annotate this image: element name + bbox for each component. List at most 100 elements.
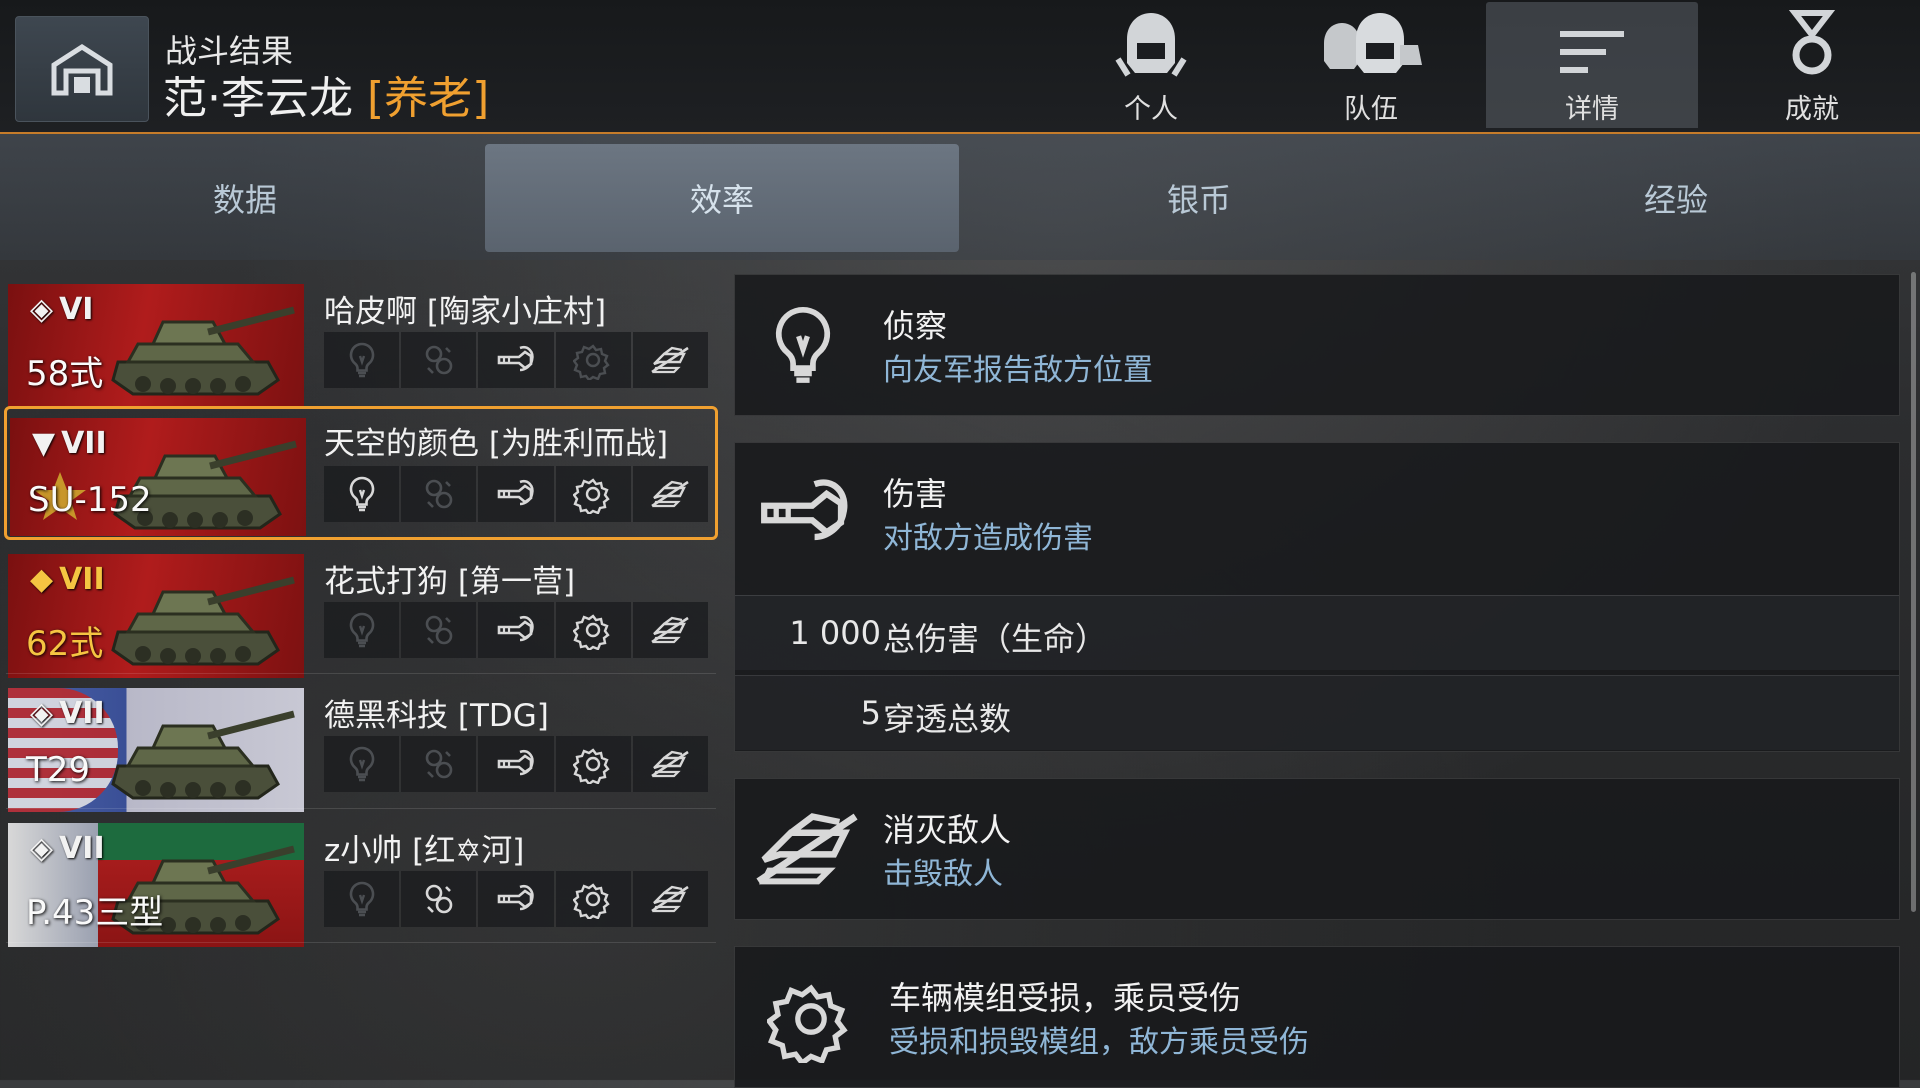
player-clan: [养老] [367, 73, 490, 124]
damage-icon [492, 610, 540, 650]
subtab-credits[interactable]: 银币 [962, 144, 1436, 252]
details-list-icon [1560, 31, 1624, 73]
gear-damage-icon [767, 975, 855, 1063]
player-name-row: 哈皮啊 [陶家小庄村] [324, 294, 607, 330]
tab-details-label: 详情 [1565, 94, 1619, 125]
tab-personal-label: 个人 [1124, 94, 1178, 125]
player-row[interactable]: ◈ VII T29 德黑科技 [TDG] [6, 688, 716, 816]
row-divider [6, 808, 716, 809]
spotting-icon [342, 879, 382, 919]
garage-home-button[interactable] [15, 16, 149, 122]
spotting-icon [342, 474, 382, 514]
tank-tier: ▼ VII [32, 426, 107, 461]
team-helmets-icon [1324, 13, 1422, 73]
damage-icon [492, 744, 540, 784]
player-name-row: 天空的颜色 [为胜利而战] [324, 426, 669, 462]
damage-icon [492, 474, 540, 514]
tab-achievements-label: 成就 [1785, 94, 1839, 125]
kill-icon [644, 610, 696, 650]
light-tank-class-icon: ◈ [30, 292, 54, 327]
nation-flag-italy: ◈ VII P.43三型 [8, 823, 304, 947]
row-divider [6, 673, 716, 674]
efficiency-icons [324, 871, 709, 927]
tab-details[interactable]: 详情 [1486, 2, 1698, 128]
tank-name: SU-152 [28, 480, 152, 520]
efficiency-icons [324, 602, 709, 658]
tank-image [98, 292, 298, 402]
efficiency-icons [324, 736, 709, 792]
subtab-experience[interactable]: 经验 [1439, 144, 1913, 252]
player-name-row: 花式打狗 [第一营] [324, 564, 576, 600]
stat-total-damage: 1 000 总伤害（生命） [735, 595, 1899, 670]
tank-name: 62式 [26, 624, 104, 664]
subtab-efficiency[interactable]: 效率 [485, 144, 959, 252]
player-row[interactable]: ◈ VI 58式 哈皮啊 [陶家小庄村] [6, 284, 716, 412]
tank-image [98, 696, 298, 806]
subtab-data[interactable]: 数据 [8, 144, 482, 252]
tab-achievements[interactable]: 成就 [1706, 0, 1918, 128]
shell-hit-icon [749, 465, 861, 561]
module-damage-icon [573, 474, 613, 514]
kill-icon [644, 340, 696, 380]
kill-icon [644, 474, 696, 514]
modules-subtitle: 受损和损毁模组，敌方乘员受伤 [889, 1025, 1309, 1060]
hangar-icon [51, 44, 113, 96]
module-damage-icon [573, 879, 613, 919]
nation-flag-ussr: ▼ VII SU-152 [10, 418, 306, 536]
player-row-selected[interactable]: ▼ VII SU-152 天空的颜色 [为胜利而战] [4, 406, 718, 540]
player-name-row: 德黑科技 [TDG] [324, 698, 549, 734]
stat-value: 1 000 [789, 614, 881, 652]
medal-icon [1788, 10, 1836, 75]
tank-image [98, 562, 298, 672]
tank-tier: ◈ VII [30, 831, 105, 866]
tank-tier: ◈ VI [30, 292, 94, 327]
spotting-subtitle: 向友军报告敌方位置 [883, 353, 1153, 388]
destroyed-title: 消灭敌人 [883, 811, 1012, 849]
efficiency-icons [324, 466, 709, 522]
kill-icon [644, 744, 696, 784]
module-damage-icon [573, 340, 613, 380]
nation-flag-china: ◈ VI 58式 [8, 284, 304, 408]
destroyed-card: 消灭敌人 击毁敌人 [734, 778, 1900, 920]
spotting-icon [342, 610, 382, 650]
damage-title: 伤害 [883, 475, 948, 513]
destroyed-tank-icon [745, 795, 869, 903]
modules-title: 车辆模组受损，乘员受伤 [889, 979, 1242, 1017]
tank-tier: ◆ VII [30, 562, 105, 597]
damage-icon [492, 340, 540, 380]
assist-icon [419, 474, 459, 514]
player-row[interactable]: ◈ VII P.43三型 z小帅 [红✡河] [6, 823, 716, 951]
player-name-row: z小帅 [红✡河] [324, 833, 525, 869]
spotting-card: 侦察 向友军报告敌方位置 [734, 274, 1900, 416]
sub-tab-bar: 数据 效率 银币 经验 [0, 134, 1920, 260]
spotting-title: 侦察 [883, 307, 948, 345]
module-damage-icon [573, 610, 613, 650]
top-bar: 战斗结果 范·李云龙 [养老] 个人 队伍 详情 成就 [0, 0, 1920, 134]
damage-icon [492, 879, 540, 919]
tab-team[interactable]: 队伍 [1265, 0, 1477, 128]
stat-penetrations: 5 穿透总数 [735, 675, 1899, 750]
spotting-icon [342, 744, 382, 784]
spotting-icon [342, 340, 382, 380]
kill-icon [644, 879, 696, 919]
single-helmet-icon [1115, 13, 1187, 77]
tab-team-label: 队伍 [1344, 94, 1398, 125]
premium-light-tank-icon: ◆ [30, 562, 54, 597]
destroyed-subtitle: 击毁敌人 [883, 857, 1003, 892]
tab-personal[interactable]: 个人 [1045, 0, 1257, 128]
heavy-tank-class-icon: ◈ [30, 696, 54, 731]
assist-icon [419, 340, 459, 380]
tank-tier: ◈ VII [30, 696, 105, 731]
assist-icon [419, 744, 459, 784]
details-scrollbar[interactable] [1911, 272, 1916, 912]
nation-flag-usa: ◈ VII T29 [8, 688, 304, 812]
lightbulb-icon [759, 299, 847, 391]
stat-label: 总伤害（生命） [883, 620, 1108, 658]
player-row[interactable]: ◆ VII 62式 花式打狗 [第一营] [6, 554, 716, 682]
heavy-tank-class-icon: ◈ [30, 831, 54, 866]
damage-subtitle: 对敌方造成伤害 [883, 521, 1093, 556]
assist-icon [419, 610, 459, 650]
player-title: 范·李云龙 [养老] [163, 62, 489, 126]
modules-card: 车辆模组受损，乘员受伤 受损和损毁模组，敌方乘员受伤 [734, 946, 1900, 1088]
stat-label: 穿透总数 [883, 700, 1012, 738]
